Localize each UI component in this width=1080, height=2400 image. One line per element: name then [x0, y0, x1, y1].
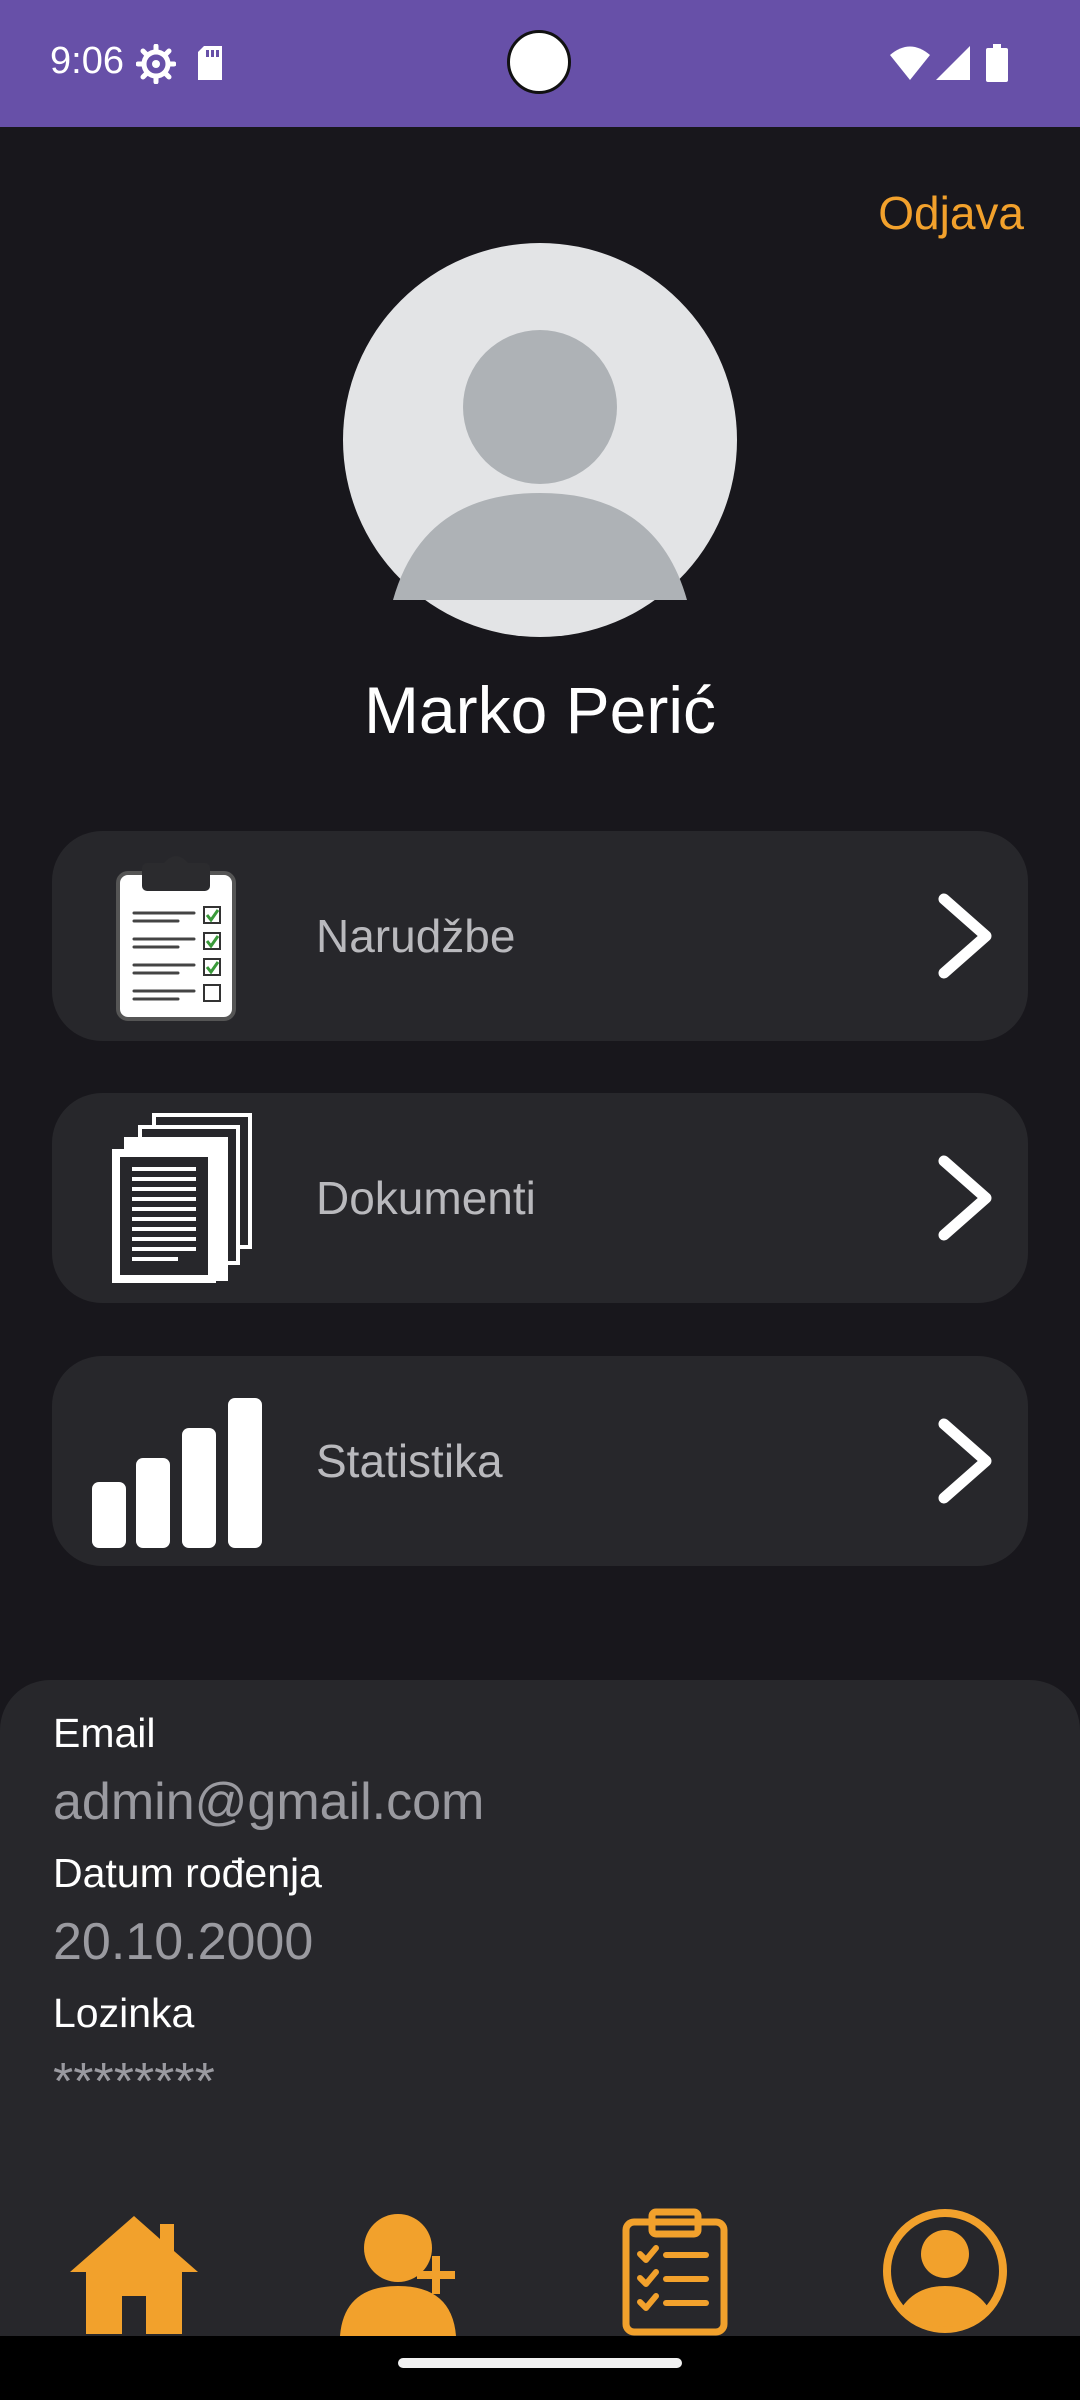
documents-icon [112, 1113, 252, 1283]
profile-avatar[interactable] [343, 243, 737, 637]
status-time: 9:06 [50, 40, 124, 82]
menu-label-orders: Narudžbe [316, 910, 516, 962]
menu-item-orders[interactable]: Narudžbe [52, 831, 1028, 1041]
add-user-icon[interactable] [340, 2210, 470, 2336]
password-value: ******** [53, 2053, 215, 2111]
password-label: Lozinka [53, 1990, 195, 2036]
clipboard-checklist-icon [116, 856, 236, 1021]
battery-icon [986, 44, 1008, 82]
bar-chart-icon [92, 1398, 262, 1548]
status-bar: 9:06 [0, 0, 1080, 127]
menu-item-statistics[interactable]: Statistika [52, 1356, 1028, 1566]
wifi-icon [890, 46, 930, 80]
account-info-panel: Email admin@gmail.com Datum rođenja 20.1… [0, 1680, 1080, 2200]
email-value: admin@gmail.com [53, 1773, 485, 1831]
account-circle-icon[interactable] [882, 2208, 1008, 2334]
menu-label-statistics: Statistika [316, 1435, 503, 1487]
menu-item-documents[interactable]: Dokumenti [52, 1093, 1028, 1303]
email-label: Email [53, 1710, 156, 1756]
home-icon[interactable] [66, 2212, 202, 2334]
user-name: Marko Perić [363, 673, 717, 747]
cell-signal-icon [936, 46, 970, 80]
gesture-navigation-bar [0, 2336, 1080, 2400]
settings-gear-icon [136, 44, 176, 84]
bottom-navigation [0, 2200, 1080, 2336]
chevron-right-icon [938, 1418, 992, 1504]
clipboard-checklist-icon[interactable] [622, 2204, 728, 2336]
home-gesture-handle[interactable] [398, 2358, 682, 2368]
dob-label: Datum rođenja [53, 1850, 322, 1896]
chevron-right-icon [938, 1155, 992, 1241]
dob-value: 20.10.2000 [53, 1913, 314, 1971]
menu-label-documents: Dokumenti [316, 1172, 536, 1224]
sd-card-icon [198, 46, 222, 80]
camera-cutout [507, 30, 571, 94]
chevron-right-icon [938, 893, 992, 979]
logout-button[interactable]: Odjava [878, 186, 1024, 240]
